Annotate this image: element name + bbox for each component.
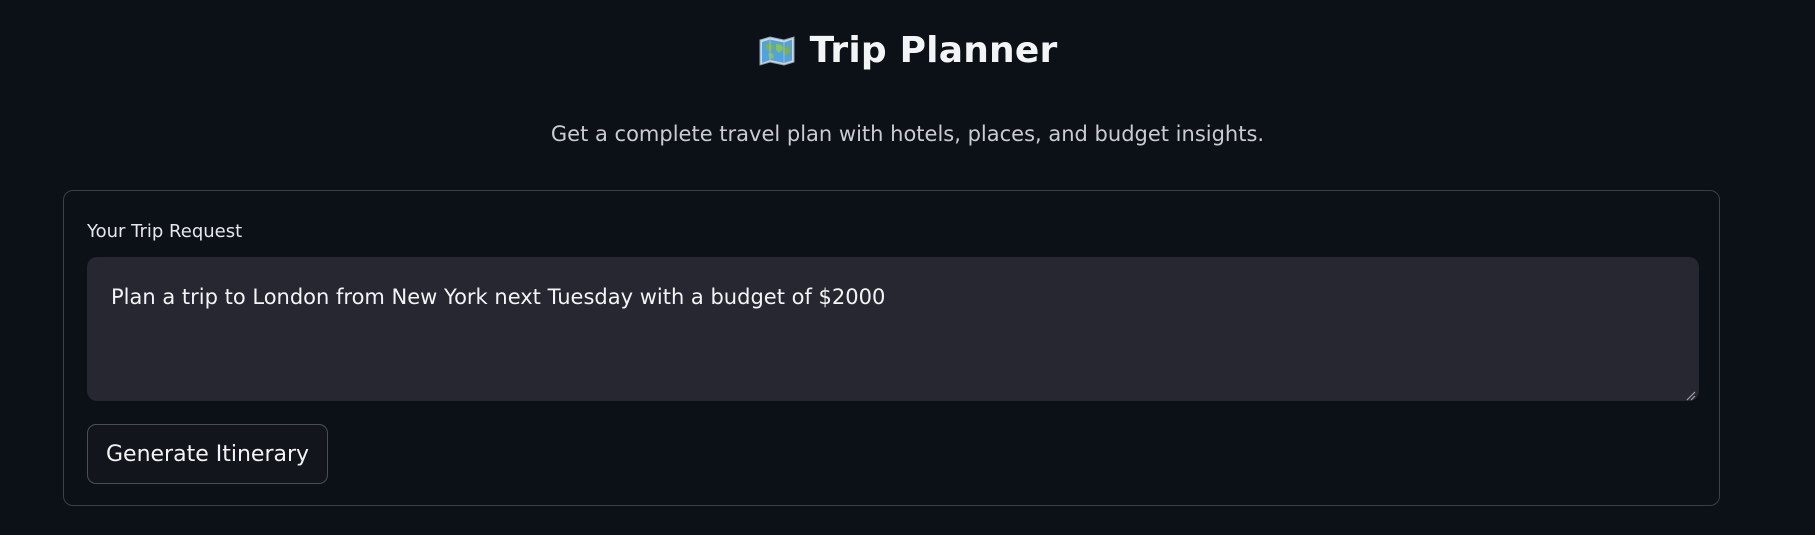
trip-request-input[interactable]: Plan a trip to London from New York next… [87, 257, 1699, 401]
trip-request-label: Your Trip Request [87, 221, 243, 242]
page-subtitle: Get a complete travel plan with hotels, … [550, 122, 1265, 146]
generate-itinerary-button[interactable]: Generate Itinerary [87, 424, 329, 484]
header: Trip Planner [0, 30, 1815, 71]
world-map-icon [758, 35, 796, 67]
trip-request-card: Your Trip Request Plan a trip to London … [63, 190, 1720, 506]
resize-handle-icon[interactable] [1684, 386, 1696, 401]
page-title: Trip Planner [809, 30, 1058, 71]
trip-planner-page: Trip Planner Get a complete travel plan … [0, 0, 1815, 535]
trip-request-field: Plan a trip to London from New York next… [87, 257, 1699, 401]
